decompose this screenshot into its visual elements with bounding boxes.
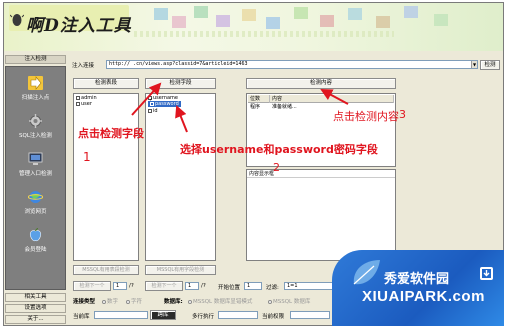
annotation-arrow-3 bbox=[320, 89, 349, 105]
annotation-step2-text: 选择username和password密码字段 bbox=[180, 143, 378, 156]
annotation-arrow-1 bbox=[131, 82, 162, 116]
annotation-step1-number: 1 bbox=[83, 150, 91, 164]
annotation-arrow-2 bbox=[175, 105, 188, 133]
watermark-domain: XIUAIPARK.com bbox=[362, 288, 485, 305]
watermark-title: 秀爱软件园 bbox=[384, 272, 450, 287]
annotation-step3-text: 点击检测内容 bbox=[333, 110, 399, 123]
download-icon bbox=[480, 267, 493, 280]
annotation-step3-number: 3 bbox=[399, 108, 406, 121]
annotation-step2-number: 2 bbox=[273, 161, 280, 174]
leaf-logo-icon bbox=[353, 260, 380, 285]
watermark: 秀爱软件园 XIUAIPARK.com bbox=[332, 250, 504, 326]
annotation-step1-text: 点击检测字段 bbox=[78, 127, 144, 140]
